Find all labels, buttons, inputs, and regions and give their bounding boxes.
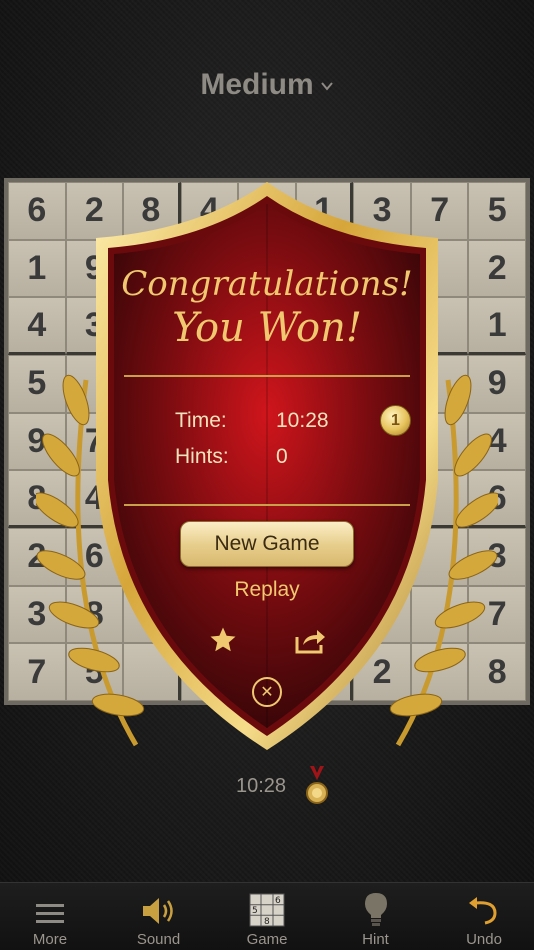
close-button[interactable]: ✕ xyxy=(252,677,282,707)
board-cell[interactable]: 6 xyxy=(8,182,66,240)
toolbar-hint[interactable]: Hint xyxy=(336,883,416,950)
hints-label: Hints: xyxy=(175,445,229,468)
replay-button[interactable]: Replay xyxy=(94,578,440,602)
share-button[interactable] xyxy=(292,624,328,656)
sudoku-grid-icon: 6 5 8 xyxy=(249,893,285,927)
menu-icon xyxy=(36,904,64,923)
board-cell[interactable]: 2 xyxy=(468,239,526,298)
time-label: Time: xyxy=(175,409,227,432)
board-cell[interactable]: 1 xyxy=(468,297,526,355)
undo-icon xyxy=(469,897,497,925)
game-icon-digit: 6 xyxy=(275,896,281,906)
toolbar-more-label: More xyxy=(32,931,68,948)
lightbulb-icon xyxy=(364,893,387,926)
difficulty-selector[interactable]: Medium xyxy=(0,68,534,102)
chevron-down-icon xyxy=(320,82,333,91)
board-cell[interactable]: 5 xyxy=(468,182,526,240)
difficulty-label: Medium xyxy=(200,68,314,101)
title-line-2: You Won! xyxy=(172,305,362,351)
bottom-toolbar: More Sound 6 5 8 Game Hint Undo xyxy=(0,882,534,950)
coin-icon: 1 xyxy=(380,405,411,436)
close-icon: ✕ xyxy=(260,684,274,701)
divider-bottom xyxy=(124,504,410,506)
time-value: 10:28 xyxy=(276,409,329,432)
coin-value: 1 xyxy=(391,411,400,429)
hints-value: 0 xyxy=(276,445,288,468)
game-icon-digit: 5 xyxy=(252,906,258,916)
share-icon xyxy=(295,630,325,654)
toolbar-sound[interactable]: Sound xyxy=(119,883,199,950)
toolbar-game[interactable]: 6 5 8 Game xyxy=(227,883,307,950)
rate-button[interactable] xyxy=(206,624,240,656)
board-cell[interactable]: 4 xyxy=(8,297,66,355)
toolbar-game-label: Game xyxy=(246,931,288,948)
game-icon-digit: 8 xyxy=(264,917,270,927)
toolbar-more[interactable]: More xyxy=(10,883,90,950)
star-icon xyxy=(210,627,236,652)
medal-icon xyxy=(306,766,328,804)
speaker-icon xyxy=(142,898,173,924)
title-line-1: Congratulations! xyxy=(121,264,413,304)
toolbar-undo-label: Undo xyxy=(466,931,502,948)
toolbar-undo[interactable]: Undo xyxy=(444,883,524,950)
game-timer: 10:28 xyxy=(236,775,287,797)
divider-top xyxy=(124,375,410,377)
toolbar-sound-label: Sound xyxy=(136,931,181,948)
new-game-button[interactable]: New Game xyxy=(180,521,354,567)
toolbar-hint-label: Hint xyxy=(362,931,389,948)
board-cell[interactable]: 1 xyxy=(8,239,66,298)
congratulations-title: Congratulations! You Won! xyxy=(94,262,440,350)
